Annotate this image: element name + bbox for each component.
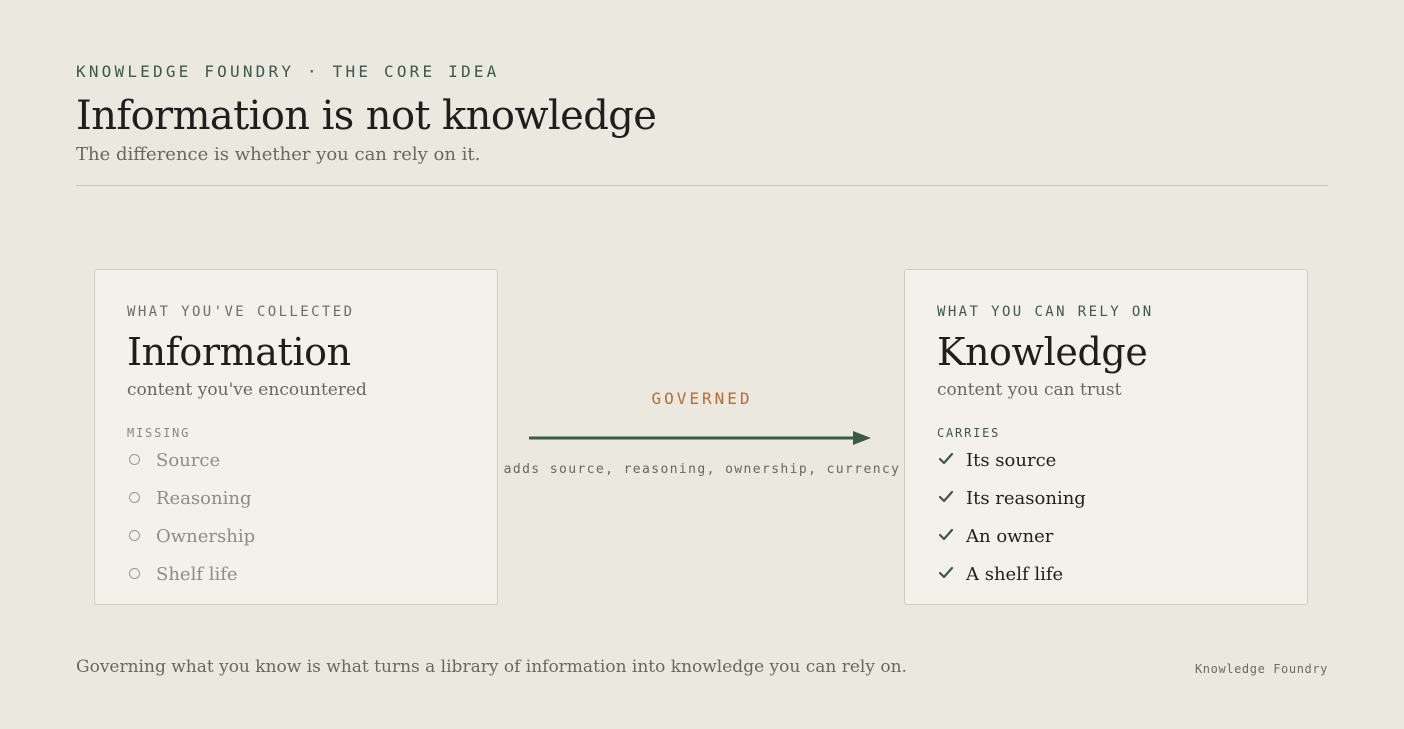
check-icon — [938, 566, 954, 579]
missing-label: MISSING — [127, 426, 191, 440]
knowledge-card-title: Knowledge — [937, 330, 1148, 374]
empty-circle-icon — [129, 530, 140, 541]
page-title: Information is not knowledge — [76, 93, 657, 139]
carries-list: Its source Its reasoning An owner A shel… — [937, 441, 1086, 593]
header-divider — [76, 185, 1328, 186]
empty-circle-icon — [129, 568, 140, 579]
page-subtitle: The difference is whether you can rely o… — [76, 144, 481, 165]
governed-caption: adds source, reasoning, ownership, curre… — [503, 462, 901, 477]
list-item-label: Its reasoning — [966, 487, 1086, 509]
list-item: Source — [127, 441, 255, 479]
list-item: Its source — [937, 441, 1086, 479]
right-arrow-icon — [529, 431, 871, 445]
eyebrow: KNOWLEDGE FOUNDRY · THE CORE IDEA — [76, 62, 500, 81]
list-item: An owner — [937, 517, 1086, 555]
empty-circle-icon — [129, 492, 140, 503]
information-card-eyebrow: WHAT YOU'VE COLLECTED — [127, 304, 355, 320]
footer-brand: Knowledge Foundry — [1194, 662, 1328, 676]
governed-label: GOVERNED — [651, 389, 753, 408]
check-icon — [938, 528, 954, 541]
list-item: Its reasoning — [937, 479, 1086, 517]
list-item: Shelf life — [127, 555, 255, 593]
list-item-label: An owner — [966, 525, 1054, 547]
footer-text: Governing what you know is what turns a … — [76, 657, 907, 677]
list-item-label: A shelf life — [966, 563, 1064, 585]
empty-circle-icon — [129, 454, 140, 465]
list-item: Ownership — [127, 517, 255, 555]
missing-list: Source Reasoning Ownership Shelf life — [127, 441, 255, 593]
list-item-label: Reasoning — [156, 487, 252, 509]
knowledge-card: WHAT YOU CAN RELY ON Knowledge content y… — [904, 269, 1308, 605]
list-item-label: Ownership — [156, 525, 256, 547]
list-item-label: Source — [156, 449, 221, 471]
list-item-label: Its source — [966, 449, 1057, 471]
knowledge-card-subtitle: content you can trust — [937, 380, 1122, 400]
list-item-label: Shelf life — [156, 563, 238, 585]
carries-label: CARRIES — [937, 426, 1001, 440]
information-card: WHAT YOU'VE COLLECTED Information conten… — [94, 269, 498, 605]
list-item: A shelf life — [937, 555, 1086, 593]
information-card-subtitle: content you've encountered — [127, 380, 367, 400]
information-card-title: Information — [127, 330, 351, 374]
list-item: Reasoning — [127, 479, 255, 517]
check-icon — [938, 452, 954, 465]
check-icon — [938, 490, 954, 503]
knowledge-card-eyebrow: WHAT YOU CAN RELY ON — [937, 304, 1154, 320]
